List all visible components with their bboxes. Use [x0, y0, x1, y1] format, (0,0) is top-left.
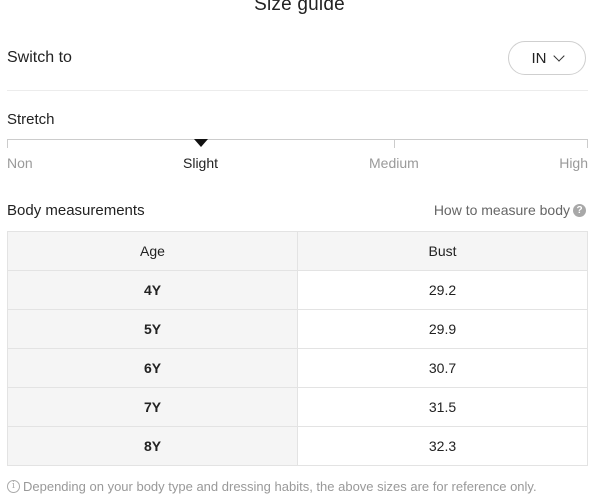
stretch-scale-line	[7, 139, 588, 140]
age-cell: 7Y	[7, 387, 298, 427]
info-circle-icon: i	[7, 480, 20, 493]
table-row: 7Y 31.5	[7, 387, 588, 427]
how-to-measure-link[interactable]: How to measure body ?	[434, 202, 586, 218]
body-measurements-label: Body measurements	[7, 202, 145, 219]
unit-select-value: IN	[531, 49, 547, 67]
bust-cell: 29.9	[297, 309, 588, 349]
stretch-label: Stretch	[7, 111, 55, 128]
chevron-down-icon	[552, 49, 565, 62]
age-cell: 4Y	[7, 270, 298, 310]
stretch-tick-high	[587, 139, 588, 148]
bust-cell: 29.2	[297, 270, 588, 310]
bust-cell: 32.3	[297, 426, 588, 466]
measurement-table: Age Bust 4Y 29.2 5Y 29.9 6Y 30.7 7Y 31.5…	[7, 231, 588, 466]
footnote: i Depending on your body type and dressi…	[7, 479, 537, 494]
stretch-level-high: High	[559, 155, 588, 171]
table-row: 8Y 32.3	[7, 426, 588, 466]
table-row: 6Y 30.7	[7, 348, 588, 388]
stretch-marker-icon	[194, 139, 208, 147]
bust-cell: 30.7	[297, 348, 588, 388]
question-circle-icon: ?	[573, 203, 586, 217]
age-cell: 5Y	[7, 309, 298, 349]
stretch-level-slight: Slight	[183, 155, 219, 171]
age-cell: 8Y	[7, 426, 298, 466]
table-header-row: Age Bust	[7, 231, 588, 271]
divider	[7, 90, 588, 91]
footnote-text: Depending on your body type and dressing…	[23, 479, 537, 494]
stretch-level-medium: Medium	[369, 155, 419, 171]
table-row: 5Y 29.9	[7, 309, 588, 349]
bust-cell: 31.5	[297, 387, 588, 427]
age-cell: 6Y	[7, 348, 298, 388]
switch-unit-label: Switch to	[7, 49, 72, 66]
table-row: 4Y 29.2	[7, 270, 588, 310]
column-header-age: Age	[7, 231, 298, 271]
page-title: Size guide	[254, 0, 345, 15]
stretch-tick-medium	[394, 139, 395, 148]
stretch-tick-non	[7, 139, 8, 148]
unit-select[interactable]: IN	[508, 41, 586, 75]
how-to-measure-text: How to measure body	[433, 202, 570, 218]
stretch-scale: Non Slight Medium High	[7, 139, 588, 179]
stretch-level-non: Non	[7, 155, 33, 171]
column-header-bust: Bust	[297, 231, 588, 271]
